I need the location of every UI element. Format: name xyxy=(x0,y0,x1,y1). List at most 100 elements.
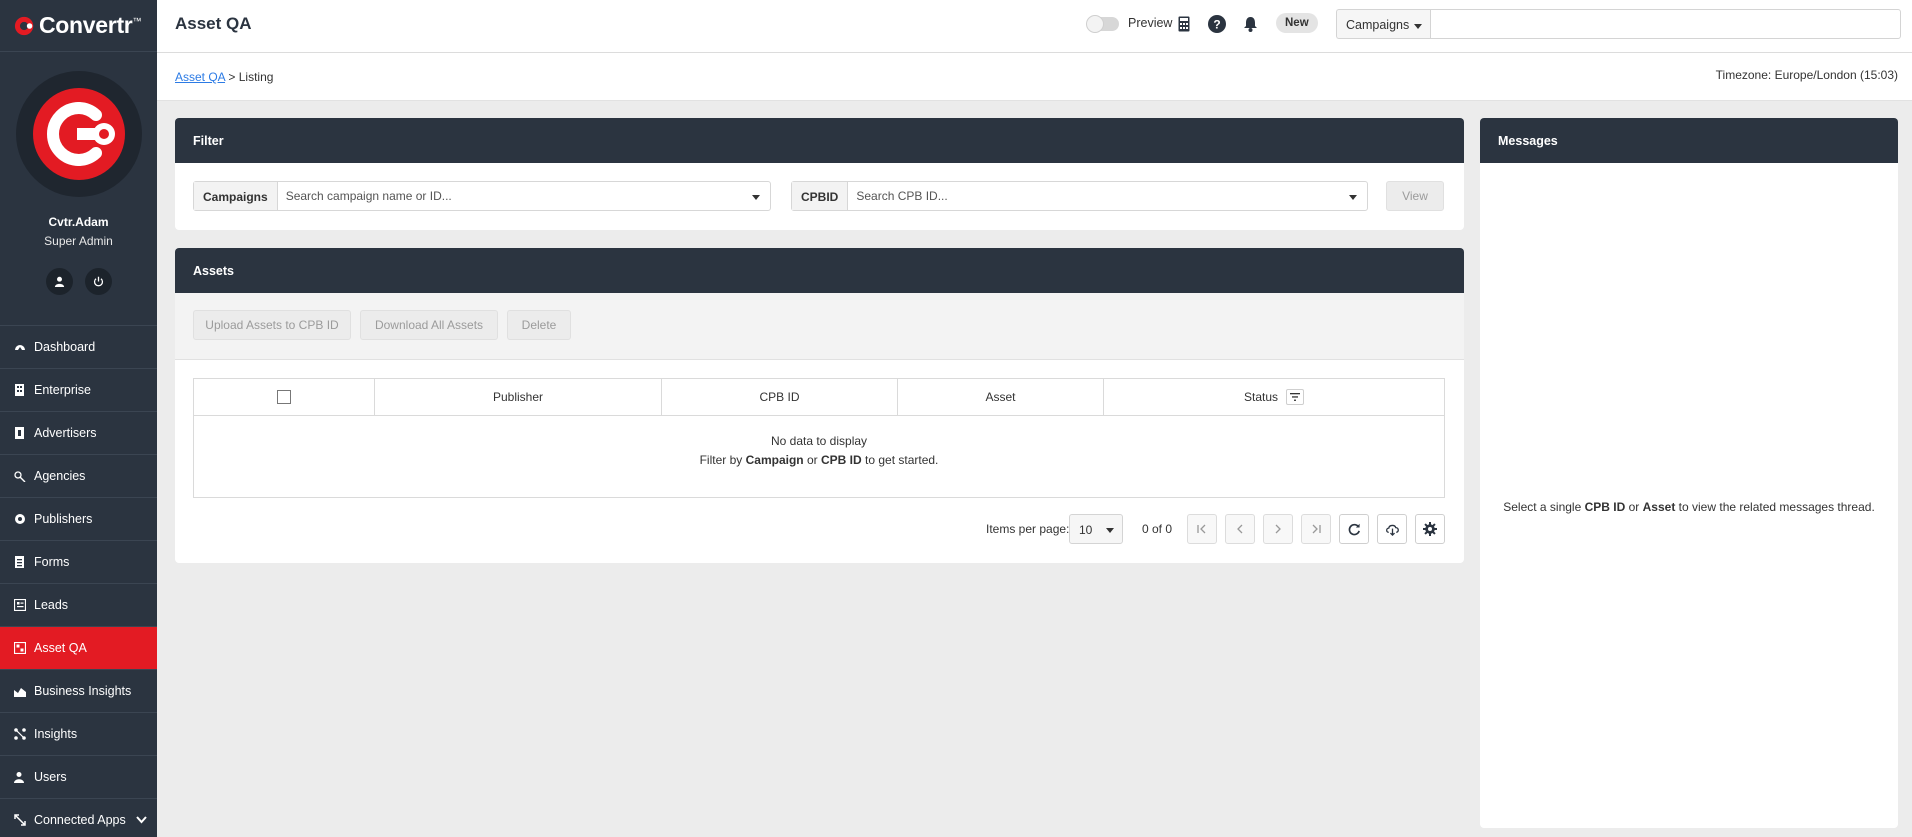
sidebar-item-agencies[interactable]: Agencies xyxy=(0,455,157,498)
chevron-down-icon[interactable] xyxy=(136,813,147,827)
brand-trademark: ™ xyxy=(132,15,142,26)
avatar[interactable] xyxy=(15,71,142,197)
sidebar-item-business-insights[interactable]: Business Insights xyxy=(0,670,157,713)
sidebar-item-publishers[interactable]: Publishers xyxy=(0,498,157,541)
filter-icon[interactable] xyxy=(1286,389,1305,405)
messages-empty-state: Select a single CPB ID or Asset to view … xyxy=(1480,163,1898,828)
sidebar-item-label: Publishers xyxy=(34,512,93,526)
messages-hint-cpbid: CPB ID xyxy=(1584,500,1626,514)
preview-toggle[interactable] xyxy=(1086,15,1119,33)
sidebar-nav: Dashboard Enterprise Advertisers Agencie… xyxy=(0,325,157,837)
page-title: Asset QA xyxy=(175,14,252,33)
sidebar-item-label: Leads xyxy=(34,598,69,612)
toggle-knob xyxy=(1086,15,1104,33)
upload-assets-button[interactable]: Upload Assets to CPB ID xyxy=(193,310,351,340)
sidebar-item-insights[interactable]: Insights xyxy=(0,713,157,756)
sidebar-item-users[interactable]: Users xyxy=(0,756,157,799)
brand-logo[interactable]: Convertr ™ xyxy=(0,0,157,52)
messages-panel: Messages Select a single CPB ID or Asset… xyxy=(1480,118,1898,828)
sidebar-item-label: Agencies xyxy=(34,469,86,483)
convertr-logo-icon xyxy=(14,16,34,35)
enterprise-icon xyxy=(13,384,26,397)
connected-apps-icon xyxy=(13,814,26,827)
column-header-publisher[interactable]: Publisher xyxy=(375,379,662,415)
empty-hint-suffix: to get started. xyxy=(865,453,939,467)
assets-panel: Assets Upload Assets to CPB ID Download … xyxy=(175,248,1464,563)
forms-icon xyxy=(13,556,26,569)
last-page-button[interactable] xyxy=(1301,514,1331,544)
users-icon xyxy=(13,771,26,784)
column-header-status-label[interactable]: Status xyxy=(1244,390,1278,404)
convertr-avatar-icon xyxy=(32,88,125,180)
next-page-button[interactable] xyxy=(1263,514,1293,544)
breadcrumb-current: Listing xyxy=(238,70,274,84)
empty-hint-cpbid: CPB ID xyxy=(821,453,862,467)
column-header-asset[interactable]: Asset xyxy=(898,379,1104,415)
sidebar: Convertr ™ Cvtr.Adam Super Admin Dashboa… xyxy=(0,0,157,837)
breadcrumb-link-asset-qa[interactable]: Asset QA xyxy=(175,70,225,84)
chevron-left-icon xyxy=(1237,524,1243,534)
sidebar-item-connected-apps[interactable]: Connected Apps xyxy=(0,799,157,837)
sidebar-item-forms[interactable]: Forms xyxy=(0,541,157,584)
insights-icon xyxy=(13,728,26,741)
calculator-icon[interactable] xyxy=(1174,14,1194,34)
profile-button[interactable] xyxy=(45,268,73,295)
sidebar-item-enterprise[interactable]: Enterprise xyxy=(0,369,157,412)
table-settings-button[interactable] xyxy=(1415,514,1445,544)
delete-button[interactable]: Delete xyxy=(507,310,571,340)
user-name: Cvtr.Adam xyxy=(48,215,109,229)
sidebar-item-dashboard[interactable]: Dashboard xyxy=(0,326,157,369)
first-page-button[interactable] xyxy=(1187,514,1217,544)
view-button[interactable]: View xyxy=(1386,181,1444,211)
brand-name: Convertr xyxy=(39,12,133,38)
cpbid-search-select[interactable]: Search CPB ID... xyxy=(848,182,1367,210)
sidebar-item-leads[interactable]: Leads xyxy=(0,584,157,627)
search-scope-select[interactable]: Campaigns xyxy=(1336,9,1431,39)
export-button[interactable] xyxy=(1377,514,1407,544)
chevron-right-icon xyxy=(1275,524,1281,534)
top-bar: Asset QA Preview ? New Campaigns xyxy=(157,0,1912,53)
svg-text:?: ? xyxy=(1213,18,1220,32)
empty-hint-prefix: Filter by xyxy=(699,453,743,467)
logout-button[interactable] xyxy=(84,268,112,295)
publishers-icon xyxy=(13,513,26,526)
bell-icon[interactable] xyxy=(1240,14,1260,34)
messages-panel-title: Messages xyxy=(1480,118,1898,163)
sidebar-item-label: Users xyxy=(34,770,67,784)
cpbid-search-placeholder: Search CPB ID... xyxy=(856,189,948,203)
sidebar-item-label: Business Insights xyxy=(34,684,132,698)
download-all-assets-button[interactable]: Download All Assets xyxy=(360,310,498,340)
items-per-page-select[interactable]: 10 xyxy=(1069,514,1123,544)
campaigns-search-select[interactable]: Search campaign name or ID... xyxy=(278,182,770,210)
campaigns-filter: Campaigns Search campaign name or ID... xyxy=(193,181,771,211)
breadcrumb: Asset QA > Listing xyxy=(175,70,273,84)
sidebar-item-asset-qa[interactable]: Asset QA xyxy=(0,627,157,670)
global-search-input[interactable] xyxy=(1430,9,1901,39)
previous-page-button[interactable] xyxy=(1225,514,1255,544)
table-header: Publisher CPB ID Asset Status xyxy=(194,379,1444,416)
help-icon[interactable]: ? xyxy=(1207,14,1227,34)
paginator: Items per page: 10 0 of 0 xyxy=(175,514,1464,544)
items-per-page-label: Items per page: xyxy=(986,522,1070,536)
column-header-status: Status xyxy=(1104,379,1444,415)
empty-state: No data to display Filter by Campaign or… xyxy=(194,416,1444,497)
column-header-cpb-id[interactable]: CPB ID xyxy=(662,379,898,415)
refresh-button[interactable] xyxy=(1339,514,1369,544)
sidebar-item-label: Connected Apps xyxy=(34,813,126,827)
filter-panel-title: Filter xyxy=(175,118,1464,163)
new-badge[interactable]: New xyxy=(1276,13,1318,33)
empty-state-hint: Filter by Campaign or CPB ID to get star… xyxy=(194,453,1444,467)
cpbid-filter: CPBID Search CPB ID... xyxy=(791,181,1368,211)
messages-hint-asset: Asset xyxy=(1642,500,1676,514)
business-insights-icon xyxy=(13,685,26,698)
agencies-icon xyxy=(13,470,26,483)
sidebar-item-label: Dashboard xyxy=(34,340,96,354)
messages-hint-prefix: Select a single xyxy=(1503,500,1582,514)
empty-hint-campaign: Campaign xyxy=(745,453,804,467)
sidebar-item-label: Advertisers xyxy=(34,426,97,440)
sidebar-item-advertisers[interactable]: Advertisers xyxy=(0,412,157,455)
breadcrumb-bar: Asset QA > Listing Timezone: Europe/Lond… xyxy=(157,53,1912,101)
empty-hint-or: or xyxy=(806,453,818,467)
leads-icon xyxy=(13,599,26,612)
select-all-checkbox[interactable] xyxy=(277,390,291,404)
